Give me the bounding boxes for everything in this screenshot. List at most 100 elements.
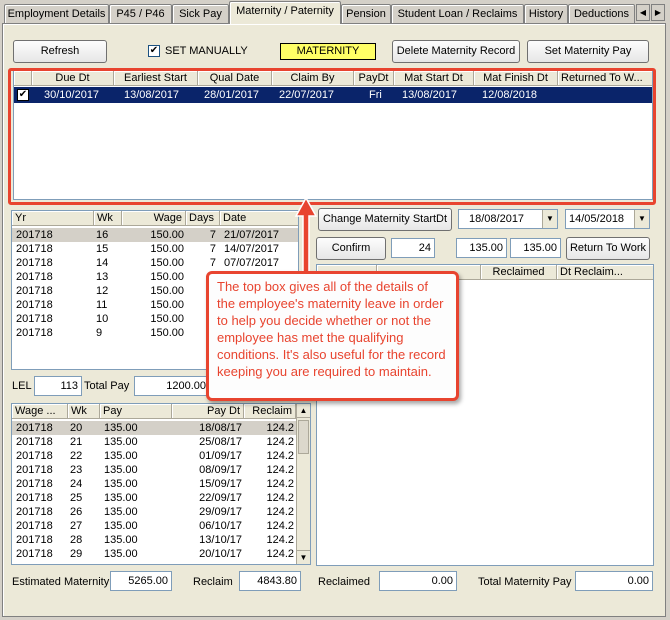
reclaimed-label: Reclaimed [318, 576, 370, 588]
estimated-maternity-field[interactable]: 5265.00 [110, 571, 172, 591]
table-cell: 15/09/17 [199, 478, 242, 490]
payments-header-reclaim[interactable]: Reclaim [244, 404, 296, 419]
reclaim-header-dt-reclaim[interactable]: Dt Reclaim... [557, 265, 653, 280]
tab-employment-details[interactable]: Employment Details [4, 4, 109, 23]
scroll-thumb[interactable] [298, 420, 309, 454]
table-cell: 14/07/2017 [224, 243, 280, 255]
table-row[interactable]: 201718 23 135.00 08/09/17 124.2 [12, 463, 296, 477]
table-cell: 201718 [16, 243, 53, 255]
table-row[interactable]: 201718 26 135.00 29/09/17 124.2 [12, 505, 296, 519]
table-cell: 201718 [16, 506, 53, 518]
refresh-button[interactable]: Refresh [13, 40, 107, 63]
table-cell: 07/07/2017 [224, 257, 280, 269]
total-pay-field[interactable]: 1200.00 [134, 376, 210, 396]
annotation-callout: The top box gives all of the details of … [206, 271, 459, 401]
tab-pension[interactable]: Pension [341, 4, 391, 23]
table-cell: 201718 [16, 313, 53, 325]
table-cell: 25 [70, 492, 83, 504]
scroll-down-icon[interactable]: ▼ [297, 550, 310, 564]
end-date-combo[interactable]: 14/05/2018 ▼ [565, 209, 650, 229]
tab-deductions[interactable]: Deductions [568, 4, 635, 23]
reclaim-field[interactable]: 4843.80 [239, 571, 301, 591]
table-cell: 201718 [16, 534, 53, 546]
payments-header-pay-dt[interactable]: Pay Dt [172, 404, 244, 419]
set-maternity-pay-button[interactable]: Set Maternity Pay [527, 40, 649, 63]
table-cell: 124.2 [266, 548, 294, 560]
table-cell: 10 [96, 313, 109, 325]
tab-student-loan[interactable]: Student Loan / Reclaims [391, 4, 524, 23]
weeks-field[interactable]: 24 [391, 238, 435, 258]
chevron-down-icon[interactable]: ▼ [634, 210, 649, 228]
table-cell: 135.00 [104, 464, 138, 476]
table-row[interactable]: 201718 25 135.00 22/09/17 124.2 [12, 491, 296, 505]
start-date-value: 18/08/2017 [469, 213, 525, 225]
earnings-header-wk[interactable]: Wk [94, 211, 122, 226]
amount-field-1[interactable]: 135.00 [456, 238, 507, 258]
table-cell: 201718 [16, 450, 53, 462]
table-cell: 08/09/17 [199, 464, 242, 476]
payments-grid[interactable]: Wage ... Wk Pay Pay Dt Reclaim 201718 20 1… [11, 403, 311, 565]
table-row[interactable]: 201718 20 135.00 18/08/17 124.2 [12, 421, 296, 435]
payments-header-wage[interactable]: Wage ... [12, 404, 68, 419]
reclaimed-field[interactable]: 0.00 [379, 571, 457, 591]
start-date-combo[interactable]: 18/08/2017 ▼ [458, 209, 558, 229]
lel-field[interactable]: 113 [34, 376, 82, 396]
table-cell: 25/08/17 [199, 436, 242, 448]
table-cell: 124.2 [266, 464, 294, 476]
lel-label: LEL [12, 380, 32, 392]
tab-p45-p46[interactable]: P45 / P46 [109, 4, 172, 23]
table-cell: 27 [70, 520, 83, 532]
set-manually-checkbox[interactable]: ✔ [148, 45, 160, 57]
table-cell: 16 [96, 229, 109, 241]
table-row[interactable]: 201718 14 150.00 7 07/07/2017 [12, 256, 298, 270]
table-cell: 201718 [16, 492, 53, 504]
table-row[interactable]: 201718 22 135.00 01/09/17 124.2 [12, 449, 296, 463]
table-cell: 29/09/17 [199, 506, 242, 518]
confirm-button[interactable]: Confirm [316, 237, 386, 260]
tab-scroll-right[interactable]: ▶ [651, 4, 665, 21]
earnings-header-date[interactable]: Date [220, 211, 298, 226]
total-maternity-pay-label: Total Maternity Pay [478, 576, 572, 588]
table-cell: 13/10/17 [199, 534, 242, 546]
table-cell: 135.00 [104, 450, 138, 462]
table-cell: 14 [96, 257, 109, 269]
table-row[interactable]: 201718 28 135.00 13/10/17 124.2 [12, 533, 296, 547]
tab-sick-pay[interactable]: Sick Pay [172, 4, 229, 23]
tab-scroll-left[interactable]: ◀ [636, 4, 650, 21]
delete-maternity-record-button[interactable]: Delete Maternity Record [392, 40, 520, 63]
tab-maternity-paternity[interactable]: Maternity / Paternity [229, 1, 341, 24]
table-cell: 124.2 [266, 436, 294, 448]
table-cell: 124.2 [266, 422, 294, 434]
table-cell: 201718 [16, 299, 53, 311]
table-row[interactable]: 201718 24 135.00 15/09/17 124.2 [12, 477, 296, 491]
tab-history[interactable]: History [524, 4, 568, 23]
chevron-down-icon[interactable]: ▼ [542, 210, 557, 228]
table-cell: 135.00 [104, 478, 138, 490]
table-cell: 150.00 [150, 243, 184, 255]
return-to-work-button[interactable]: Return To Work [566, 237, 650, 260]
total-maternity-pay-field[interactable]: 0.00 [575, 571, 653, 591]
table-row[interactable]: 201718 27 135.00 06/10/17 124.2 [12, 519, 296, 533]
scroll-up-icon[interactable]: ▲ [297, 404, 310, 418]
table-cell: 150.00 [150, 271, 184, 283]
table-cell: 26 [70, 506, 83, 518]
table-cell: 28 [70, 534, 83, 546]
table-cell: 135.00 [104, 492, 138, 504]
earnings-header-days[interactable]: Days [186, 211, 220, 226]
table-row[interactable]: 201718 15 150.00 7 14/07/2017 [12, 242, 298, 256]
table-row[interactable]: 201718 29 135.00 20/10/17 124.2 [12, 547, 296, 561]
reclaim-label: Reclaim [193, 576, 233, 588]
reclaim-header-reclaimed[interactable]: Reclaimed [481, 265, 557, 280]
table-row[interactable]: 201718 21 135.00 25/08/17 124.2 [12, 435, 296, 449]
earnings-header-wage[interactable]: Wage [122, 211, 186, 226]
change-maternity-startdt-button[interactable]: Change Maternity StartDt [318, 208, 452, 231]
table-row[interactable]: 201718 16 150.00 7 21/07/2017 [12, 228, 298, 242]
table-cell: 7 [209, 243, 216, 255]
estimated-maternity-label: Estimated Maternity [12, 576, 110, 588]
amount-field-2[interactable]: 135.00 [510, 238, 561, 258]
table-cell: 9 [96, 327, 103, 339]
payments-header-wk[interactable]: Wk [68, 404, 100, 419]
earnings-header-yr[interactable]: Yr [12, 211, 94, 226]
payments-header-pay[interactable]: Pay [100, 404, 172, 419]
payments-scrollbar[interactable]: ▲ ▼ [296, 404, 310, 564]
